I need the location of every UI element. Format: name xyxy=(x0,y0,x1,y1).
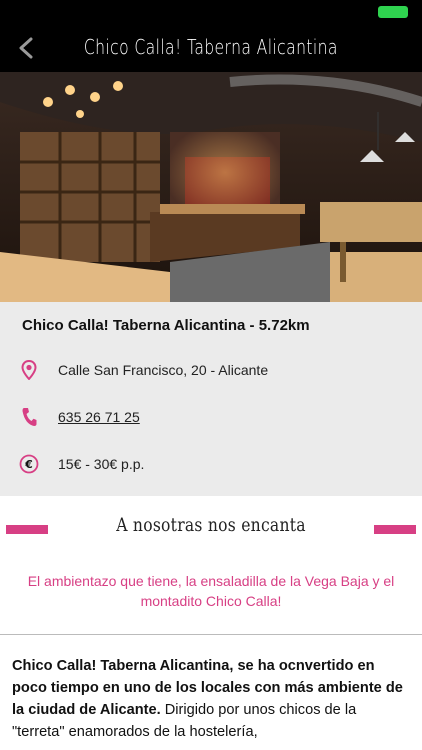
page-title: Chico Calla! Taberna Alicantina xyxy=(83,35,338,59)
back-button[interactable] xyxy=(8,30,44,66)
price-row: € 15€ - 30€ p.p. xyxy=(18,452,408,476)
euro-icon: € xyxy=(18,453,40,475)
recommendation-heading: A nosotras nos encanta xyxy=(116,514,306,536)
venue-name-distance: Chico Calla! Taberna Alicantina - 5.72km xyxy=(22,317,310,334)
svg-text:€: € xyxy=(24,458,33,471)
address-text: Calle San Francisco, 20 - Alicante xyxy=(58,362,269,378)
phone-row[interactable]: 635 26 71 25 xyxy=(18,405,408,429)
price-range: 15€ - 30€ p.p. xyxy=(58,456,145,472)
status-bar xyxy=(0,0,422,22)
recommendation-section: A nosotras nos encanta El ambientazo que… xyxy=(0,496,422,634)
venue-photo xyxy=(0,72,422,302)
accent-bar-right xyxy=(374,525,416,534)
divider xyxy=(0,634,422,635)
location-pin-icon xyxy=(18,359,40,381)
navigation-bar: Chico Calla! Taberna Alicantina xyxy=(0,22,422,72)
phone-link[interactable]: 635 26 71 25 xyxy=(58,409,140,425)
battery-icon xyxy=(378,6,408,18)
phone-icon xyxy=(18,406,40,428)
venue-description: Chico Calla! Taberna Alicantina, se ha o… xyxy=(12,655,412,743)
recommendation-text: El ambientazo que tiene, la ensaladilla … xyxy=(27,573,395,609)
venue-info-card: Chico Calla! Taberna Alicantina - 5.72km… xyxy=(0,302,422,496)
chevron-left-icon xyxy=(19,37,33,59)
address-row: Calle San Francisco, 20 - Alicante xyxy=(18,358,408,382)
